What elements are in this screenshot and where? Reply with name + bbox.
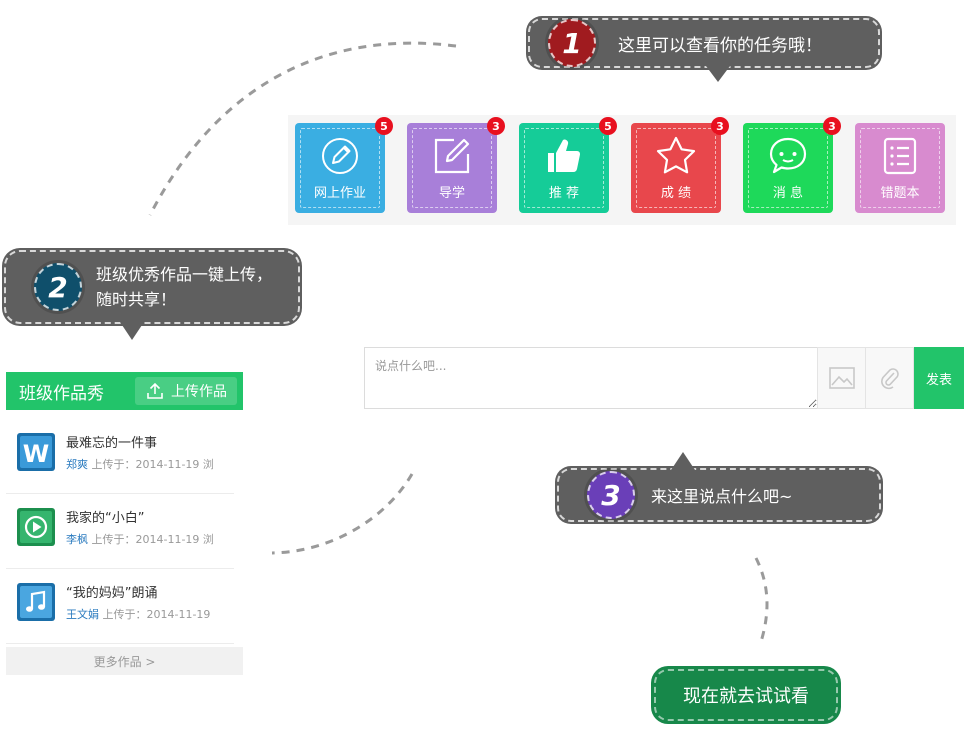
task-tile-label: 导学 [438,186,465,201]
task-tile[interactable]: 成 绩 3 [631,117,729,213]
upload-works-label: 上传作品 [171,384,227,400]
publish-button[interactable]: 发表 [914,347,964,409]
tip-text-line: 随时共享！ [96,290,177,309]
work-list-item[interactable]: W 最难忘的一件事 郑爽 上传于：2014-11-19 浏 [6,420,234,494]
tip-bubble-upload: 2 班级优秀作品一键上传， 随时共享！ [4,250,300,340]
video-play-icon [17,508,55,546]
task-tile-inner: 消 息 [748,128,828,208]
task-tile-label: 消 息 [772,186,804,201]
task-tile-label: 网上作业 [313,186,366,201]
work-author[interactable]: 王文娟 [66,608,99,621]
work-author[interactable]: 郑爽 [66,458,88,471]
work-upload-info: 上传于：2014-11-19 浏 [88,533,214,546]
thumbs-up-icon [548,139,581,173]
work-meta: 李枫 上传于：2014-11-19 浏 [66,531,236,547]
count-badge: 5 [375,117,393,135]
work-author[interactable]: 李枫 [66,533,88,546]
paperclip-icon [880,368,899,390]
work-upload-info: 上传于：2014-11-19 [99,608,211,621]
tip-pointer [706,66,730,82]
upload-works-button[interactable]: 上传作品 [135,377,237,405]
work-meta: 郑爽 上传于：2014-11-19 浏 [66,456,236,472]
task-tile[interactable]: 错题本 [855,123,945,213]
work-title[interactable]: 我家的“小白” [66,507,144,526]
upload-icon [147,382,163,399]
compose-box: 发表 [364,347,964,409]
step-number-badge: 1 [548,19,596,67]
chat-bubble-icon [769,137,807,174]
insert-image-button[interactable] [817,347,866,409]
more-works-button[interactable]: 更多作品 > [6,647,243,675]
task-tile-inner: 网上作业 [300,128,380,208]
tip-text: 班级优秀作品一键上传， 随时共享！ [96,262,272,312]
task-tile[interactable]: 导学 3 [407,117,505,213]
tip-bubble-post: 3 来这里说点什么吧~ [557,452,881,522]
task-tile-inner: 导学 [412,128,492,208]
pencil-circle-icon [322,138,358,174]
class-works-title: 班级作品秀 [19,383,104,404]
work-title[interactable]: 最难忘的一件事 [66,432,157,451]
work-meta: 王文娟 上传于：2014-11-19 [66,606,236,622]
step-number-badge: 2 [34,263,82,311]
tip-bubble-tasks: 1 这里可以查看你的任务哦！ [528,18,880,82]
count-badge: 3 [711,117,729,135]
tip-text-line: 班级优秀作品一键上传， [96,265,273,284]
task-tile[interactable]: 网上作业 5 [295,117,393,213]
list-note-icon [883,137,917,175]
tip-pointer [671,452,695,470]
music-note-icon [17,583,55,621]
star-icon [656,136,696,174]
task-tile-label: 推 荐 [548,186,580,201]
work-list-item[interactable]: 我家的“小白” 李枫 上传于：2014-11-19 浏 [6,495,234,569]
svg-text:W: W [23,440,49,468]
task-tile-label: 成 绩 [660,186,692,201]
count-badge: 3 [823,117,841,135]
attach-file-button[interactable] [865,347,914,409]
task-tile-inner: 推 荐 [524,128,604,208]
class-works-header: 班级作品秀 上传作品 [6,372,243,410]
task-tile-inner: 错题本 [860,128,940,208]
task-tile-inner: 成 绩 [636,128,716,208]
work-title[interactable]: “我的妈妈”朗诵 [66,582,157,601]
tip-pointer [120,322,144,340]
edit-square-icon [434,138,470,174]
image-icon [828,367,855,389]
task-tiles-panel: 网上作业 5 导学 3 推 荐 5 成 绩 3 消 息 3 错题本 [288,115,956,225]
work-list-item[interactable]: “我的妈妈”朗诵 王文娟 上传于：2014-11-19 [6,570,234,644]
task-tile-label: 错题本 [880,186,920,201]
tip-text: 这里可以查看你的任务哦！ [618,35,822,56]
work-upload-info: 上传于：2014-11-19 浏 [88,458,214,471]
post-input[interactable] [364,347,817,409]
try-now-button[interactable]: 现在就去试试看 [654,669,838,721]
tip-text: 来这里说点什么吧~ [651,487,793,506]
task-tile[interactable]: 推 荐 5 [519,117,617,213]
word-doc-icon: W [17,433,55,471]
count-badge: 3 [487,117,505,135]
count-badge: 5 [599,117,617,135]
task-tile[interactable]: 消 息 3 [743,117,841,213]
step-number-badge: 3 [587,471,635,519]
